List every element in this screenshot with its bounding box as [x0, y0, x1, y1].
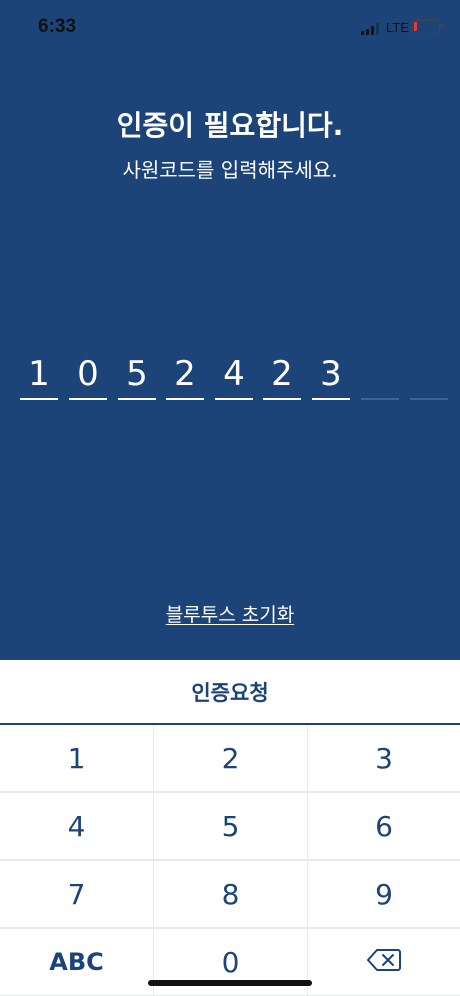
key-1[interactable]: 1	[0, 725, 153, 791]
page-subtitle: 사원코드를 입력해주세요.	[122, 158, 338, 182]
code-digit[interactable]: 3	[312, 348, 350, 400]
code-digit[interactable]: 0	[69, 348, 107, 400]
key-8[interactable]: 8	[154, 861, 307, 927]
key-9[interactable]: 9	[308, 861, 460, 927]
auth-request-button[interactable]: 인증요청	[0, 660, 460, 724]
code-digit[interactable]: 4	[215, 348, 253, 400]
page-title: 인증이 필요합니다.	[116, 109, 344, 142]
numeric-keypad: 1 2 3 4 5 6 7 8 9 ABC 0	[0, 725, 460, 996]
code-digit[interactable]: 1	[20, 348, 58, 400]
key-abc[interactable]: ABC	[0, 929, 153, 995]
keyboard-panel: 인증요청 1 2 3 4 5 6 7 8 9 ABC 0	[0, 660, 460, 996]
home-indicator	[148, 980, 312, 986]
code-digit[interactable]	[410, 348, 448, 400]
battery-level	[414, 22, 417, 31]
signal-icon	[361, 23, 381, 35]
network-label: LTE	[386, 20, 409, 35]
status-time: 6:33	[38, 16, 77, 37]
battery-icon	[412, 20, 443, 34]
code-digit[interactable]: 5	[118, 348, 156, 400]
code-digit[interactable]: 2	[166, 348, 204, 400]
code-digit[interactable]	[361, 348, 399, 400]
key-6[interactable]: 6	[308, 793, 460, 859]
status-bar: 6:33 LTE	[0, 0, 460, 56]
backspace-icon	[367, 946, 401, 979]
key-4[interactable]: 4	[0, 793, 153, 859]
bluetooth-reset-link[interactable]: 블루투스 초기화	[0, 600, 460, 627]
key-5[interactable]: 5	[154, 793, 307, 859]
key-3[interactable]: 3	[308, 725, 460, 791]
code-digit[interactable]: 2	[263, 348, 301, 400]
key-2[interactable]: 2	[154, 725, 307, 791]
delete-key[interactable]	[308, 929, 460, 995]
key-7[interactable]: 7	[0, 861, 153, 927]
code-input[interactable]: 1 0 5 2 4 2 3	[20, 348, 460, 404]
